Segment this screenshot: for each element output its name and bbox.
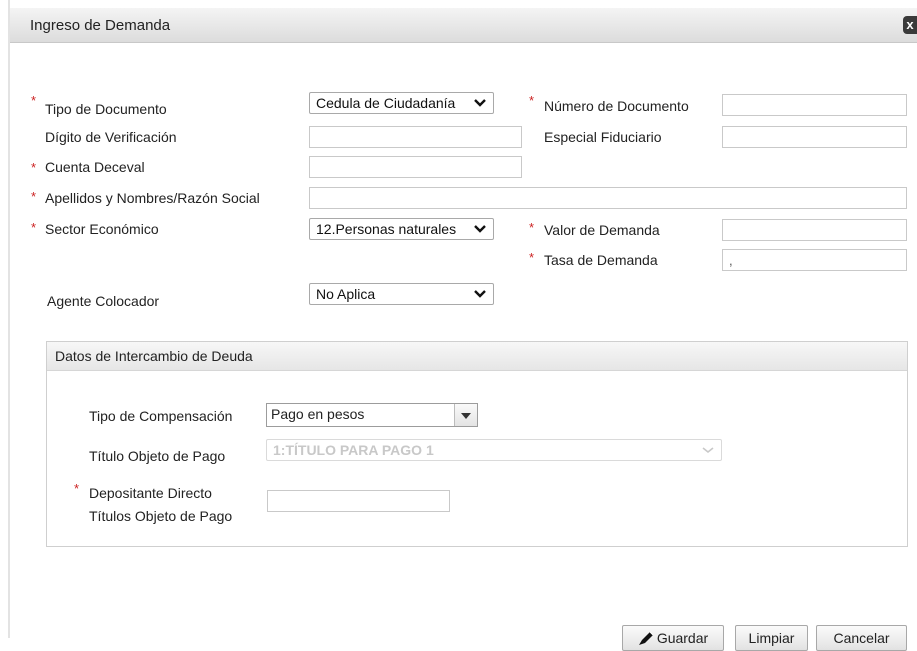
- titulo-objeto-pago-select: 1:TÍTULO PARA PAGO 1: [266, 439, 722, 461]
- depositante-label-line1: Depositante Directo: [89, 485, 212, 501]
- dropdown-arrow-icon[interactable]: [454, 404, 477, 426]
- depositante-label-line2: Títulos Objeto de Pago: [89, 508, 233, 524]
- agente-colocador-label: Agente Colocador: [47, 293, 160, 309]
- tipo-documento-label: Tipo de Documento: [45, 101, 167, 117]
- numero-documento-input[interactable]: [722, 94, 907, 116]
- tipo-documento-select[interactable]: Cedula de Ciudadanía: [309, 92, 494, 114]
- required-marker: *: [31, 160, 37, 175]
- chevron-down-icon: [474, 290, 486, 298]
- section-title: Datos de Intercambio de Deuda: [55, 348, 253, 364]
- chevron-down-icon: [702, 447, 714, 454]
- cuenta-deceval-input[interactable]: [309, 156, 522, 178]
- limpiar-button[interactable]: Limpiar: [735, 625, 808, 651]
- required-marker: *: [529, 93, 535, 108]
- especial-fiduciario-label: Especial Fiduciario: [544, 129, 662, 145]
- cuenta-deceval-label: Cuenta Deceval: [45, 159, 145, 175]
- apellidos-nombres-label: Apellidos y Nombres/Razón Social: [45, 190, 260, 206]
- cancelar-button[interactable]: Cancelar: [816, 625, 907, 651]
- required-marker: *: [529, 250, 535, 265]
- tipo-compensacion-label: Tipo de Compensación: [89, 408, 233, 424]
- dialog-title: Ingreso de Demanda: [30, 17, 171, 34]
- digito-verificacion-label: Dígito de Verificación: [45, 129, 177, 145]
- digito-verificacion-input[interactable]: [309, 126, 522, 148]
- chevron-down-icon: [474, 99, 486, 107]
- tipo-compensacion-combobox[interactable]: Pago en pesos: [266, 403, 478, 427]
- sector-economico-select[interactable]: 12.Personas naturales: [309, 218, 494, 240]
- dialog-titlebar: Ingreso de Demanda x: [10, 8, 917, 43]
- sector-economico-label: Sector Económico: [45, 221, 159, 237]
- tasa-demanda-label: Tasa de Demanda: [544, 252, 658, 268]
- chevron-down-icon: [474, 225, 486, 233]
- required-marker: *: [31, 189, 37, 204]
- window-edge: [8, 0, 10, 638]
- especial-fiduciario-input[interactable]: [722, 126, 907, 148]
- close-icon[interactable]: x: [903, 16, 917, 34]
- apellidos-nombres-input[interactable]: [309, 187, 907, 209]
- required-marker: *: [529, 220, 535, 235]
- valor-demanda-label: Valor de Demanda: [544, 222, 660, 238]
- guardar-button[interactable]: Guardar: [622, 625, 724, 651]
- required-marker: *: [31, 220, 37, 235]
- tasa-demanda-input[interactable]: [722, 249, 907, 271]
- pencil-icon: [638, 631, 654, 645]
- titulo-objeto-pago-label: Título Objeto de Pago: [89, 448, 226, 464]
- depositante-input[interactable]: [267, 490, 450, 512]
- required-marker: *: [74, 481, 80, 496]
- agente-colocador-select[interactable]: No Aplica: [309, 283, 494, 305]
- required-marker: *: [31, 93, 37, 108]
- numero-documento-label: Número de Documento: [544, 98, 689, 114]
- valor-demanda-input[interactable]: [722, 219, 907, 241]
- section-header: Datos de Intercambio de Deuda: [47, 342, 907, 371]
